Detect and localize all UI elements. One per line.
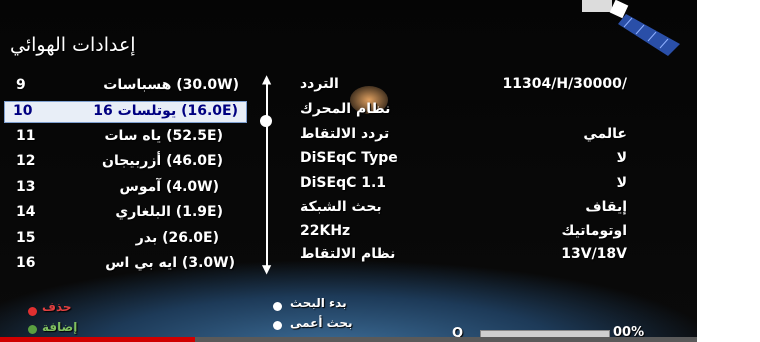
- add-hint[interactable]: إضافة: [42, 320, 77, 334]
- setting-label-22khz: 22KHz: [300, 223, 351, 239]
- delete-hint[interactable]: حذف: [42, 300, 72, 314]
- satellite-row[interactable]: 15 بدر (26.0E): [4, 229, 247, 251]
- satellite-number: 13: [16, 179, 36, 195]
- satellite-number: 14: [16, 204, 36, 220]
- page-margin: [697, 0, 760, 342]
- scrollbar-thumb[interactable]: [260, 115, 272, 127]
- satellite-number: 16: [16, 255, 36, 271]
- satellite-name: 16 يوتلسات (16.0E): [93, 103, 238, 119]
- satellite-row[interactable]: 16 ايه بي اس (3.0W): [4, 254, 247, 276]
- satellite-name: أزربيجان (46.0E): [102, 153, 223, 169]
- satellite-row[interactable]: 14 البلغاري (1.9E): [4, 203, 247, 225]
- scrollbar-track[interactable]: [266, 82, 268, 270]
- satellite-row[interactable]: 11 ياه سات (52.5E): [4, 127, 247, 149]
- satellite-number: 11: [16, 128, 36, 144]
- setting-value-network-search[interactable]: إيقاف: [585, 199, 627, 215]
- satellite-number: 10: [13, 103, 33, 119]
- video-progress-fill: [0, 337, 196, 342]
- satellite-name: بدر (26.0E): [135, 230, 219, 246]
- setting-value-lnb-power[interactable]: 13V/18V: [561, 246, 627, 262]
- setting-label-network-search: بحث الشبكة: [300, 199, 382, 215]
- tv-screen: إعدادات الهوائي 9 هسباسات (30.0W) 10 16 …: [0, 0, 697, 342]
- green-key-icon: [28, 325, 37, 334]
- satellite-row-selected[interactable]: 10 16 يوتلسات (16.0E): [4, 101, 247, 123]
- satellite-row[interactable]: 9 هسباسات (30.0W): [4, 76, 247, 98]
- setting-label-lnb-power: نظام الالتقاط: [300, 246, 396, 262]
- setting-label-diseqc-11: DiSEqC 1.1: [300, 175, 387, 191]
- scroll-down-arrow-icon[interactable]: ▼: [262, 262, 271, 276]
- blind-search-hint[interactable]: بحث أعمى: [290, 316, 353, 330]
- setting-value-lnb-frequency[interactable]: عالمي: [583, 126, 627, 142]
- satellite-name: ياه سات (52.5E): [104, 128, 223, 144]
- setting-value-frequency[interactable]: 11304/H/30000/: [503, 76, 627, 92]
- setting-label-motor: نظام المحرك: [300, 101, 391, 117]
- video-progress-bar[interactable]: [0, 337, 697, 342]
- setting-label-diseqc-type: DiSEqC Type: [300, 150, 398, 166]
- setting-value-22khz[interactable]: اوتوماتيك: [562, 223, 627, 239]
- satellite-row[interactable]: 12 أزربيجان (46.0E): [4, 152, 247, 174]
- satellite-number: 12: [16, 153, 36, 169]
- satellite-name: ايه بي اس (3.0W): [105, 255, 235, 271]
- satellite-number: 15: [16, 230, 36, 246]
- satellite-list: 9 هسباسات (30.0W) 10 16 يوتلسات (16.0E) …: [0, 0, 250, 342]
- satellite-number: 9: [16, 77, 26, 93]
- satellite-row[interactable]: 13 آموس (4.0W): [4, 178, 247, 200]
- setting-label-frequency: التردد: [300, 76, 339, 92]
- setting-label-lnb-frequency: تردد الالتقاط: [300, 126, 390, 142]
- setting-value-diseqc-11[interactable]: لا: [617, 175, 627, 191]
- white-key-icon: [273, 321, 282, 330]
- start-search-hint[interactable]: بدء البحث: [290, 296, 347, 310]
- white-key-icon: [273, 302, 282, 311]
- red-key-icon: [28, 307, 37, 316]
- satellite-name: البلغاري (1.9E): [115, 204, 223, 220]
- satellite-name: هسباسات (30.0W): [103, 77, 239, 93]
- setting-value-diseqc-type[interactable]: لا: [617, 150, 627, 166]
- satellite-icon: [582, 0, 680, 56]
- satellite-name: آموس (4.0W): [119, 179, 220, 195]
